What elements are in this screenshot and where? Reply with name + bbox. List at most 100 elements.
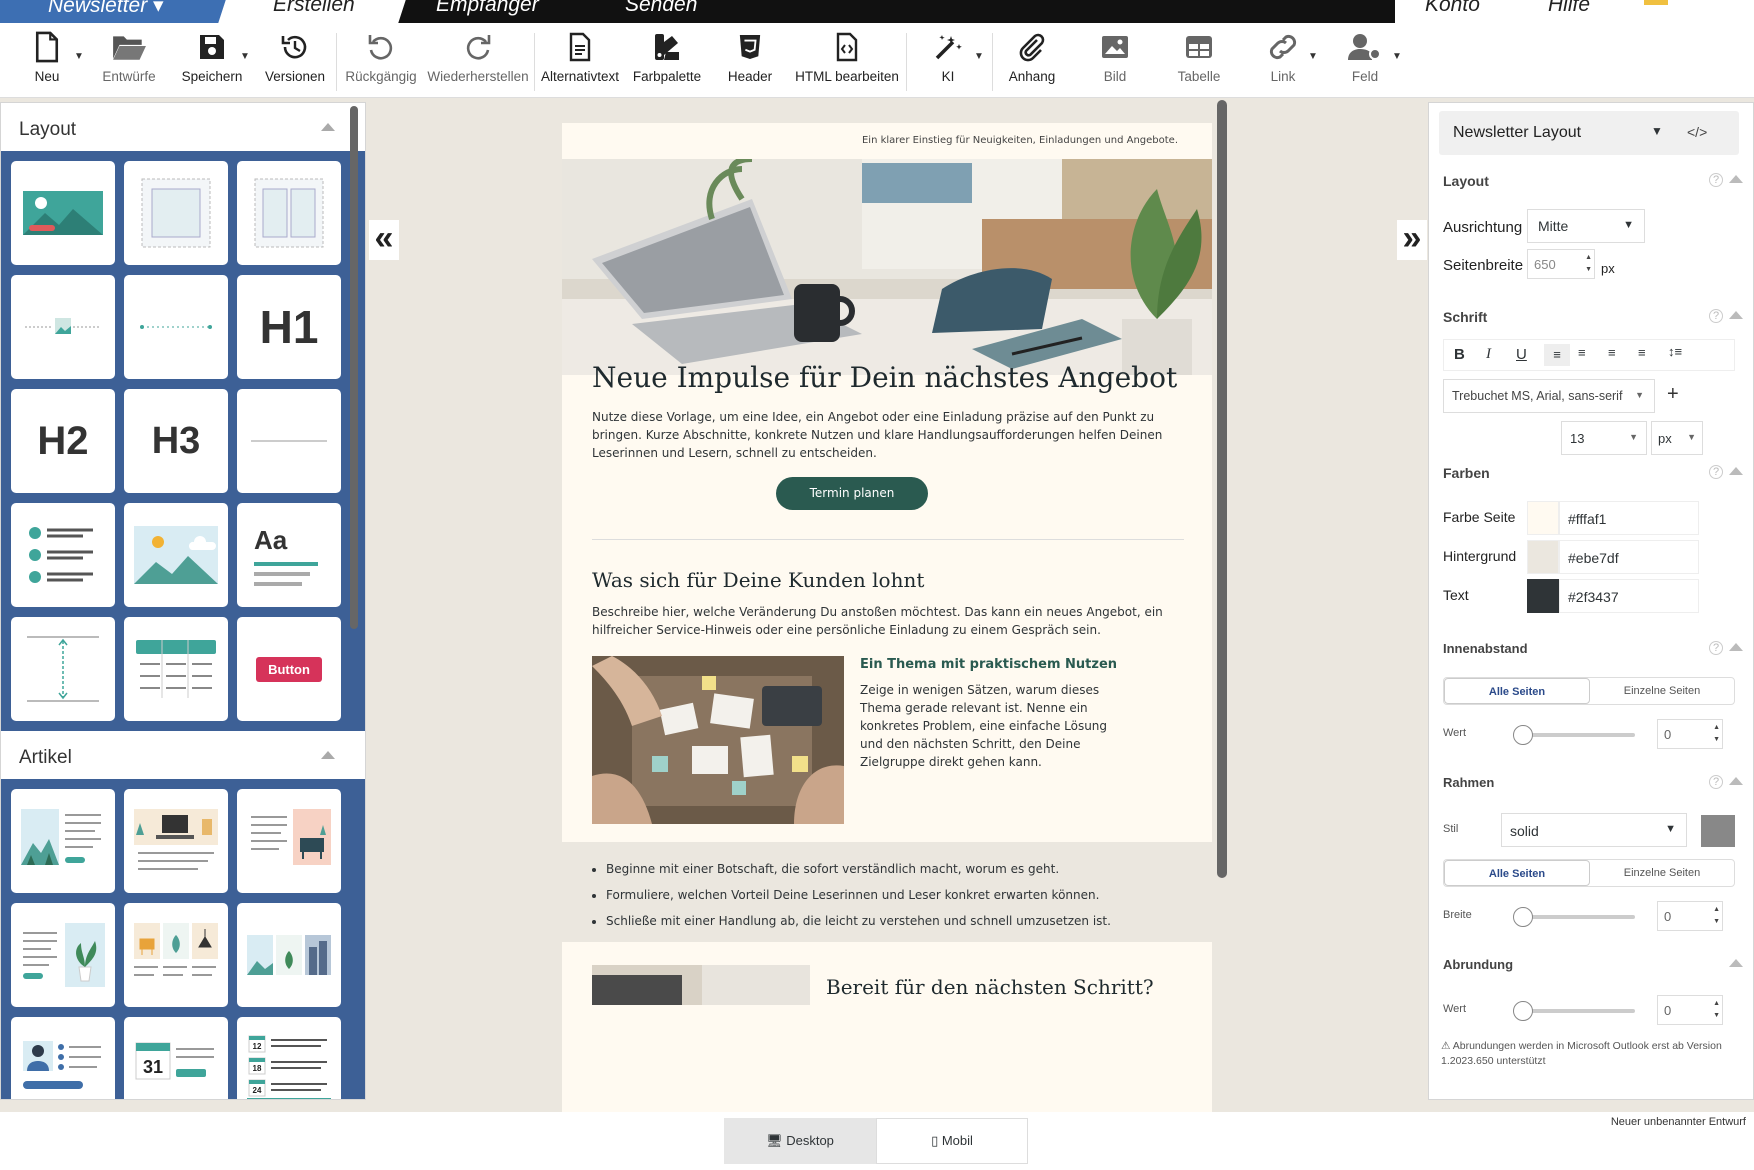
- image-button[interactable]: Bild: [1090, 29, 1140, 93]
- block-hero-image[interactable]: [11, 161, 115, 265]
- element-selector[interactable]: Newsletter Layout ▼ </>: [1439, 111, 1739, 155]
- mobile-view-button[interactable]: ▯ Mobil: [876, 1118, 1028, 1164]
- page-color-input[interactable]: #fffaf1: [1559, 501, 1699, 535]
- nav-newsletter[interactable]: Newsletter ▾: [48, 0, 164, 18]
- block-h1[interactable]: H1: [237, 275, 341, 379]
- versions-button[interactable]: Versionen: [262, 29, 328, 93]
- bullet-item[interactable]: Schließe mit einer Handlung ab, die leic…: [606, 908, 1212, 934]
- link-dropdown-icon[interactable]: ▼: [1308, 51, 1318, 62]
- alttext-button[interactable]: Alternativtext: [538, 29, 622, 93]
- cta-button[interactable]: Termin planen: [776, 477, 928, 510]
- padding-value-input[interactable]: 0 ▲ ▼: [1657, 719, 1723, 749]
- block-table[interactable]: [124, 617, 228, 721]
- block-image[interactable]: [124, 503, 228, 607]
- block-text[interactable]: Aa: [237, 503, 341, 607]
- border-all-sides-tab[interactable]: Alle Seiten: [1444, 860, 1590, 886]
- article-block-gallery[interactable]: [237, 903, 341, 1007]
- align-left-icon[interactable]: ≡: [1544, 344, 1570, 366]
- radius-value-input[interactable]: 0 ▲ ▼: [1657, 995, 1723, 1025]
- border-color-swatch[interactable]: [1701, 815, 1735, 847]
- article-block-laptop[interactable]: [124, 789, 228, 893]
- layout-section-header[interactable]: Layout: [1, 103, 365, 151]
- padding-single-sides-tab[interactable]: Einzelne Seiten: [1590, 678, 1734, 704]
- intro-text[interactable]: Nutze diese Vorlage, um eine Idee, ein A…: [592, 408, 1184, 462]
- text-color-swatch[interactable]: [1527, 579, 1559, 613]
- article-block-plant[interactable]: [11, 903, 115, 1007]
- font-size-select[interactable]: 13 ▼: [1561, 421, 1647, 455]
- bullet-item[interactable]: Formuliere, welchen Vorteil Deine Leseri…: [606, 882, 1212, 908]
- edit-html-button[interactable]: HTML bearbeiten: [792, 29, 902, 93]
- padding-slider[interactable]: [1513, 725, 1635, 745]
- preheader-text[interactable]: Ein klarer Einstieg für Neuigkeiten, Ein…: [862, 135, 1178, 146]
- border-width-slider[interactable]: [1513, 907, 1635, 927]
- collapse-right-panel-icon[interactable]: »: [1397, 220, 1427, 260]
- border-width-input[interactable]: 0 ▲ ▼: [1657, 901, 1723, 931]
- align-right-icon[interactable]: ≡: [1608, 345, 1616, 360]
- collapse-arrow-icon[interactable]: [1729, 643, 1743, 651]
- collapse-arrow-icon[interactable]: [1729, 175, 1743, 183]
- border-single-sides-tab[interactable]: Einzelne Seiten: [1590, 860, 1734, 886]
- palette-button[interactable]: Farbpalette: [630, 29, 704, 93]
- stepper-icon[interactable]: ▲ ▼: [1713, 998, 1720, 1022]
- desktop-view-button[interactable]: 🖥 Desktop: [724, 1118, 876, 1164]
- page-color-swatch[interactable]: [1527, 501, 1559, 535]
- stepper-icon[interactable]: ▲ ▼: [1713, 722, 1720, 746]
- attachment-button[interactable]: Anhang: [1000, 29, 1064, 93]
- new-button[interactable]: Neu: [22, 29, 72, 93]
- help-icon[interactable]: ?: [1709, 775, 1723, 789]
- canvas-scrollbar[interactable]: [1217, 100, 1227, 878]
- nav-hilfe[interactable]: Hilfe: [1548, 0, 1590, 17]
- block-divider-dots[interactable]: [124, 275, 228, 379]
- article-block-image-left[interactable]: [11, 789, 115, 893]
- background-color-input[interactable]: #ebe7df: [1559, 540, 1699, 574]
- collapse-arrow-icon[interactable]: [1729, 959, 1743, 967]
- article-block-profile[interactable]: [11, 1017, 115, 1099]
- nav-konto[interactable]: Konto: [1425, 0, 1480, 17]
- redo-button[interactable]: Wiederherstellen: [424, 29, 532, 93]
- email-title[interactable]: Neue Impulse für Dein nächstes Angebot: [592, 361, 1177, 394]
- collapse-arrow-icon[interactable]: [1729, 777, 1743, 785]
- collapse-arrow-icon[interactable]: [1729, 311, 1743, 319]
- field-button[interactable]: Feld: [1340, 29, 1390, 93]
- help-icon[interactable]: ?: [1709, 465, 1723, 479]
- block-image-divider[interactable]: [11, 275, 115, 379]
- align-center-icon[interactable]: ≡: [1578, 345, 1586, 360]
- underline-icon[interactable]: U: [1516, 346, 1527, 363]
- article-image[interactable]: [592, 656, 844, 824]
- bold-icon[interactable]: B: [1454, 346, 1465, 363]
- radius-slider[interactable]: [1513, 1001, 1635, 1021]
- stepper-icon[interactable]: ▲ ▼: [1713, 904, 1720, 928]
- slider-handle[interactable]: [1513, 1001, 1533, 1021]
- padding-all-sides-tab[interactable]: Alle Seiten: [1444, 678, 1590, 704]
- slider-handle[interactable]: [1513, 907, 1533, 927]
- block-h2[interactable]: H2: [11, 389, 115, 493]
- save-dropdown-icon[interactable]: ▼: [240, 51, 250, 62]
- article-block-event[interactable]: 31: [124, 1017, 228, 1099]
- collapse-arrow-icon[interactable]: [321, 123, 335, 131]
- section-heading[interactable]: Was sich für Deine Kunden lohnt: [592, 568, 924, 592]
- drafts-button[interactable]: Entwürfe: [98, 29, 160, 93]
- block-checklist[interactable]: [11, 503, 115, 607]
- nav-empfaenger[interactable]: Empfänger: [436, 0, 539, 17]
- text-color-input[interactable]: #2f3437: [1559, 579, 1699, 613]
- block-two-column[interactable]: [237, 161, 341, 265]
- undo-button[interactable]: Rückgängig: [344, 29, 418, 93]
- collapse-arrow-icon[interactable]: [1729, 467, 1743, 475]
- link-button[interactable]: Link: [1258, 29, 1308, 93]
- nav-erstellen[interactable]: Erstellen: [273, 0, 355, 17]
- nav-senden[interactable]: Senden: [625, 0, 697, 17]
- help-icon[interactable]: ?: [1709, 173, 1723, 187]
- hero-image[interactable]: [562, 159, 1212, 375]
- collapse-left-panel-icon[interactable]: «: [369, 220, 399, 260]
- save-button[interactable]: Speichern: [180, 29, 244, 93]
- ai-button[interactable]: KI: [924, 29, 972, 93]
- line-height-icon[interactable]: ↕≡: [1668, 344, 1682, 359]
- table-button[interactable]: Tabelle: [1168, 29, 1230, 93]
- border-style-select[interactable]: solid ▼: [1501, 813, 1687, 847]
- blocks-scrollbar[interactable]: [350, 106, 358, 629]
- code-view-icon[interactable]: </>: [1687, 124, 1707, 140]
- chevron-down-icon[interactable]: ▼: [1651, 124, 1663, 138]
- new-dropdown-icon[interactable]: ▼: [74, 51, 84, 62]
- align-select[interactable]: Mitte ▼: [1527, 209, 1645, 243]
- field-dropdown-icon[interactable]: ▼: [1392, 51, 1402, 62]
